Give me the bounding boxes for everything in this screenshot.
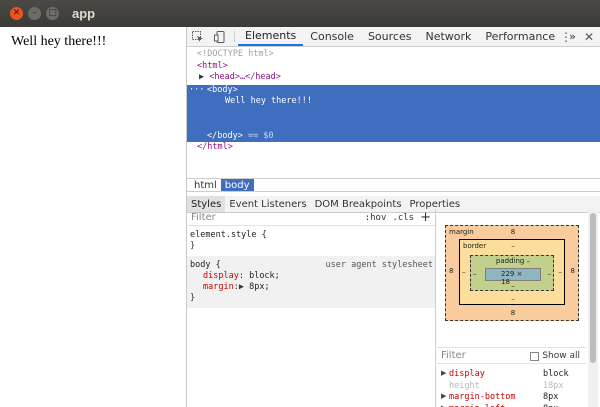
inspect-element-icon[interactable]	[187, 27, 209, 46]
dom-head-node[interactable]: ▶ <head>…</head>	[187, 72, 600, 84]
show-all-checkbox[interactable]	[530, 351, 540, 361]
rule-close-brace: }	[190, 293, 196, 303]
margin-top-value[interactable]: 8	[511, 228, 515, 236]
breadcrumb-html[interactable]: html	[190, 179, 221, 191]
breadcrumb-body[interactable]: body	[220, 179, 254, 191]
tab-sources[interactable]: Sources	[361, 27, 419, 46]
computed-row[interactable]: ▶ margin-bottom 8px	[437, 392, 582, 404]
box-model-border[interactable]: border – – – – padding – – – – 229 × 18	[459, 239, 565, 305]
devtools-close-icon[interactable]: ✕	[578, 30, 600, 44]
window-title: app	[72, 6, 96, 21]
box-model-margin[interactable]: margin 8 8 8 8 border – – – – padding – …	[445, 225, 579, 321]
padding-left-value[interactable]: –	[473, 270, 477, 278]
tab-console[interactable]: Console	[303, 27, 361, 46]
styles-filter-field[interactable]: Filter :hov .cls +	[187, 209, 435, 226]
dom-body-text: Well hey there!!!	[225, 96, 312, 106]
dom-body-node-selected[interactable]: ··· <body> Well hey there!!! </body> == …	[187, 84, 600, 142]
dom-body-open: <body>	[207, 84, 238, 95]
expand-arrow-icon[interactable]: ▶	[199, 72, 209, 82]
border-top-value[interactable]: –	[511, 242, 515, 250]
border-label: border	[463, 242, 487, 250]
window-title-bar: ✕ – □ app	[0, 0, 600, 27]
box-model-pane: margin 8 8 8 8 border – – – – padding – …	[437, 209, 586, 407]
margin-left-value[interactable]: 8	[449, 267, 453, 275]
devtools-panel: Elements Console Sources Network Perform…	[187, 27, 600, 407]
dom-html-node[interactable]: <html>	[187, 61, 600, 73]
box-model-content[interactable]: 229 × 18	[485, 268, 541, 286]
devtools-menu-icon[interactable]: ⋮	[554, 30, 578, 44]
rule-close-brace: }	[190, 241, 196, 251]
padding-label: padding –	[495, 257, 531, 265]
page-body-text: Well hey there!!!	[11, 34, 107, 49]
styles-pane: Filter :hov .cls + element.style { } bod…	[187, 209, 436, 407]
margin-right-value[interactable]: 8	[571, 267, 575, 275]
styles-filter-placeholder: Filter	[191, 211, 216, 223]
margin-label: margin	[449, 228, 474, 236]
show-all-label: Show all	[542, 351, 580, 361]
rule-source-link[interactable]: user agent stylesheet	[326, 260, 433, 271]
expand-arrow-icon[interactable]: ▶	[441, 404, 446, 407]
sidebar-scrollbar[interactable]	[588, 209, 598, 407]
computed-filter-field[interactable]: Filter Show all	[437, 347, 586, 364]
cls-toggle-button[interactable]: .cls	[392, 213, 414, 223]
dom-body-blank	[187, 119, 600, 131]
border-left-value[interactable]: –	[462, 268, 466, 276]
show-all-toggle[interactable]: Show all	[530, 351, 580, 361]
dom-doctype-node[interactable]: <!DOCTYPE html>	[187, 49, 600, 61]
computed-row[interactable]: ▶margin-left8px	[437, 404, 582, 407]
border-right-value[interactable]: –	[559, 268, 563, 276]
toolbar-separator	[234, 31, 235, 42]
dom-html-close[interactable]: </html>	[187, 142, 600, 154]
box-model-padding[interactable]: padding – – – – 229 × 18	[470, 255, 554, 291]
scrollbar-thumb[interactable]	[590, 213, 596, 363]
dom-tree: <!DOCTYPE html> <html> ▶ <head>…</head> …	[187, 49, 600, 178]
dom-body-close: </body> == $0	[207, 130, 274, 141]
window-close-button[interactable]: ✕	[10, 7, 23, 20]
breadcrumb: html body	[187, 178, 600, 192]
expand-arrow-icon[interactable]: ▶	[239, 282, 244, 292]
tab-network[interactable]: Network	[418, 27, 478, 46]
page-viewport: Well hey there!!!	[0, 27, 186, 407]
style-property-display[interactable]: display: block;	[190, 271, 432, 282]
expand-arrow-icon[interactable]: ▶	[441, 392, 446, 400]
tab-performance[interactable]: Performance	[478, 27, 562, 46]
window-minimize-button[interactable]: –	[28, 7, 41, 20]
new-rule-icon[interactable]: +	[420, 210, 431, 225]
style-property-margin[interactable]: margin:▶ 8px;	[190, 282, 432, 293]
dom-body-blank	[187, 108, 600, 120]
user-agent-rule[interactable]: body { user agent stylesheet display: bl…	[187, 256, 435, 308]
tab-elements[interactable]: Elements	[238, 27, 304, 46]
computed-filter-placeholder: Filter	[441, 350, 466, 361]
padding-right-value[interactable]: –	[548, 270, 552, 278]
element-style-selector: element.style {	[190, 230, 267, 240]
content-size-value[interactable]: 229 × 18	[501, 270, 527, 286]
element-style-rule[interactable]: element.style { }	[187, 226, 435, 256]
hov-toggle-button[interactable]: :hov	[365, 213, 387, 223]
devtools-tab-bar: Elements Console Sources Network Perform…	[187, 27, 600, 47]
window-maximize-button[interactable]: □	[46, 7, 59, 20]
device-toolbar-icon[interactable]	[209, 27, 231, 46]
border-bottom-value[interactable]: –	[511, 295, 515, 303]
computed-properties-list: ▶ display block height 18px ▶ margin-bottom 8…	[437, 369, 582, 407]
more-actions-icon[interactable]: ···	[189, 85, 204, 97]
computed-row[interactable]: height 18px	[437, 381, 582, 393]
computed-row[interactable]: ▶ display block	[437, 369, 582, 381]
margin-bottom-value[interactable]: 8	[511, 309, 515, 317]
expand-arrow-icon[interactable]: ▶	[441, 369, 446, 377]
